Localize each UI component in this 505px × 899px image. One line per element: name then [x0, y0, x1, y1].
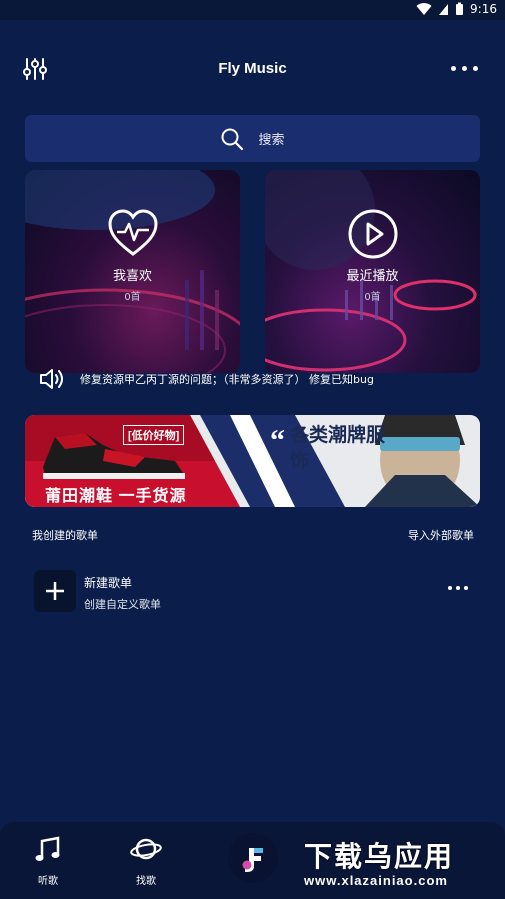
wifi-icon: [416, 2, 432, 15]
search-icon: [221, 128, 244, 150]
my-playlists-title: 我创建的歌单: [32, 529, 98, 542]
planet-icon: [130, 838, 162, 860]
my-playlists-header: 我创建的歌单 导入外部歌单: [32, 527, 474, 545]
play-circle-icon: [348, 209, 397, 259]
ad-banner[interactable]: “ [低价好物] 莆田潮鞋 一手货源 各类潮牌服饰: [25, 415, 480, 507]
watermark: 下载乌应用 www.xlazainiao.com: [300, 833, 500, 893]
banner-title: 各类潮牌服饰: [290, 425, 386, 472]
announcement-text: 修复资源甲乙丙丁源的问题；（非常多资源了） 修复已知bug: [80, 373, 374, 386]
app-logo-button[interactable]: [228, 833, 278, 883]
search-placeholder: 搜索: [258, 133, 285, 148]
plus-icon: [46, 582, 64, 600]
banner-tag: [低价好物]: [123, 425, 185, 445]
more-dot: [464, 586, 468, 590]
tab-discover[interactable]: 找歌: [116, 834, 176, 887]
new-playlist-desc: 创建自定义歌单: [84, 598, 161, 611]
favorites-card[interactable]: 我喜欢 0首: [25, 170, 240, 373]
favorites-label: 我喜欢: [112, 269, 152, 284]
app-title: Fly Music: [218, 60, 287, 77]
watermark-url: www.xlazainiao.com: [304, 873, 448, 888]
signal-icon: [439, 3, 449, 15]
banner-slogan: 莆田潮鞋 一手货源: [45, 488, 187, 505]
svg-text:“: “: [270, 424, 285, 457]
recent-play-label: 最近播放: [346, 269, 399, 284]
more-dot: [456, 586, 460, 590]
favorites-count: 0首: [124, 292, 141, 303]
recent-play-count: 0首: [364, 292, 381, 303]
battery-icon: [456, 2, 464, 15]
tab-discover-label: 找歌: [136, 876, 156, 887]
new-playlist-name: 新建歌单: [84, 576, 133, 590]
add-playlist-button[interactable]: [34, 570, 76, 612]
status-time: 9:16: [470, 2, 497, 16]
tab-listen[interactable]: 听歌: [18, 834, 78, 887]
more-dot: [473, 65, 478, 71]
app-header: Fly Music: [0, 50, 505, 90]
new-playlist-item[interactable]: 新建歌单 创建自定义歌单: [32, 568, 474, 612]
heart-pulse-icon: [107, 209, 158, 256]
tab-listen-label: 听歌: [38, 876, 58, 887]
recent-play-card[interactable]: 最近播放 0首: [265, 170, 480, 373]
status-icons: 9:16: [416, 2, 497, 16]
speaker-icon: [40, 369, 63, 389]
status-bar: 9:16: [0, 0, 505, 20]
watermark-title: 下载乌应用: [304, 841, 455, 872]
search-bar[interactable]: 搜索: [25, 115, 480, 162]
more-menu-button[interactable]: [451, 60, 481, 76]
more-dot: [448, 586, 452, 590]
playlist-more-button[interactable]: [448, 586, 468, 590]
more-dot: [462, 65, 467, 71]
more-dot: [451, 65, 456, 71]
import-playlist-link[interactable]: 导入外部歌单: [408, 527, 474, 543]
announcement: 修复资源甲乙丙丁源的问题；（非常多资源了） 修复已知bug: [38, 367, 374, 391]
music-note-icon: [35, 836, 60, 861]
app-logo-icon: [242, 848, 263, 872]
